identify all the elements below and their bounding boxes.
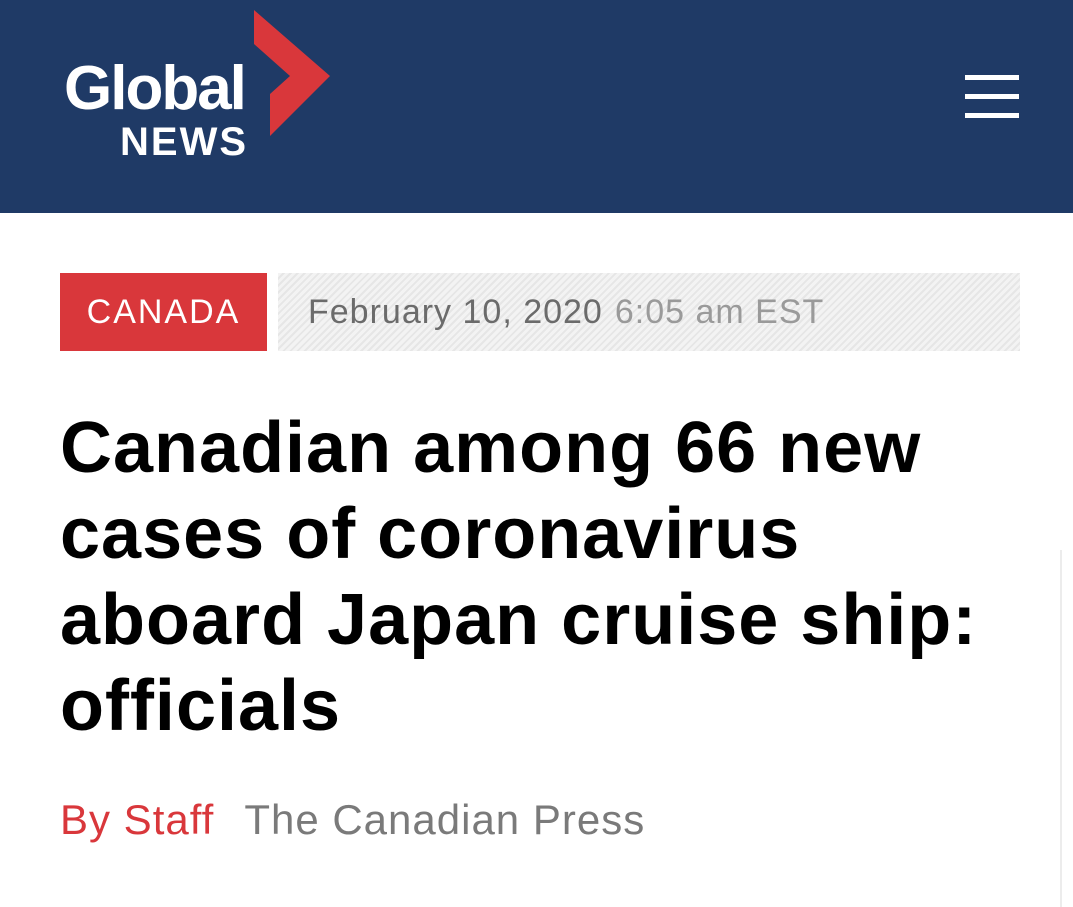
site-header: Global NEWS — [0, 0, 1073, 213]
category-badge[interactable]: CANADA — [60, 273, 267, 351]
article-meta: CANADA February 10, 2020 6:05 am EST — [60, 273, 1020, 351]
menu-bar — [965, 94, 1019, 99]
global-news-logo[interactable]: Global NEWS — [60, 10, 340, 170]
byline-author[interactable]: By Staff — [60, 796, 214, 843]
dateline: February 10, 2020 6:05 am EST — [278, 273, 1020, 351]
menu-bar — [965, 75, 1019, 80]
logo-word-global: Global — [64, 54, 247, 123]
byline: By Staff The Canadian Press — [60, 796, 645, 844]
article-page: Global NEWS CANADA February 10, 2020 6:0… — [0, 0, 1073, 907]
menu-bar — [965, 113, 1019, 118]
scroll-edge-divider — [1060, 550, 1062, 907]
logo-word-news: NEWS — [120, 120, 248, 164]
publish-date: February 10, 2020 — [308, 292, 603, 331]
hamburger-menu-icon[interactable] — [960, 72, 1024, 122]
logo-chevron-icon — [254, 10, 330, 136]
publish-time: 6:05 am EST — [614, 292, 825, 331]
article-headline: Canadian among 66 new cases of coronavir… — [60, 408, 978, 746]
byline-source: The Canadian Press — [244, 796, 646, 843]
